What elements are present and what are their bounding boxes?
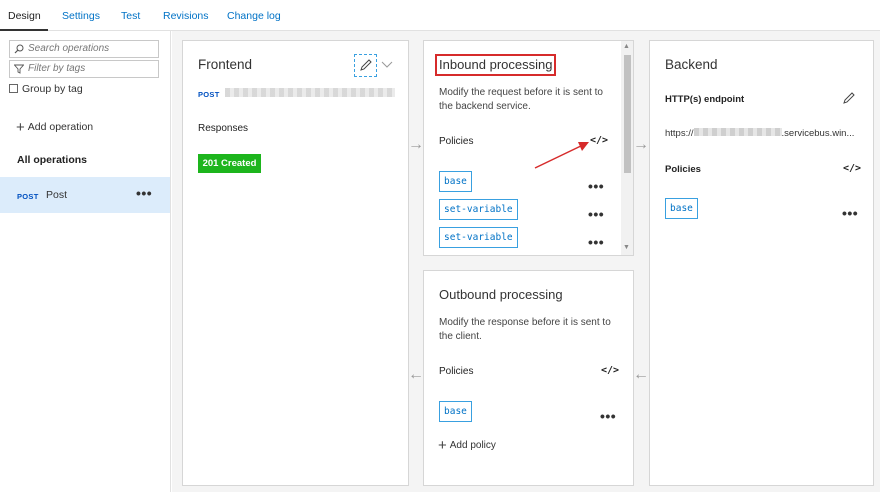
backend-policies-label: Policies xyxy=(665,164,701,175)
tab-settings[interactable]: Settings xyxy=(62,10,100,22)
plus-icon: + xyxy=(16,119,25,136)
tab-test[interactable]: Test xyxy=(121,10,140,22)
code-icon[interactable]: </> xyxy=(590,135,608,146)
outbound-description-2: the client. xyxy=(439,331,482,342)
endpoint-prefix: https:// xyxy=(665,128,694,139)
plus-icon: + xyxy=(438,437,447,454)
search-icon xyxy=(14,44,24,54)
scroll-down-icon[interactable]: ▼ xyxy=(623,244,630,251)
operation-name: Post xyxy=(46,189,68,201)
operation-row-post[interactable]: POST Post ••• xyxy=(0,177,170,213)
responses-label: Responses xyxy=(198,123,249,134)
add-policy-label: Add policy xyxy=(449,440,496,451)
arrow-right-icon: → xyxy=(408,136,424,153)
arrow-left-icon: ← xyxy=(408,366,424,383)
tab-revisions[interactable]: Revisions xyxy=(163,10,209,22)
search-operations-input[interactable]: Search operations xyxy=(9,40,159,58)
group-by-tag-label: Group by tag xyxy=(22,83,83,95)
arrow-left-icon-2: ← xyxy=(633,366,649,383)
tab-bar: Design Settings Test Revisions Change lo… xyxy=(0,0,880,31)
design-canvas: Frontend POST Responses 201 Created → → … xyxy=(172,31,880,492)
inbound-scroll-thumb[interactable] xyxy=(624,55,631,173)
operation-method-badge: POST xyxy=(17,192,39,201)
pencil-icon[interactable] xyxy=(842,91,856,105)
response-status-badge[interactable]: 201 Created xyxy=(198,154,261,173)
inbound-policy-base[interactable]: base xyxy=(439,171,472,192)
inbound-description-1: Modify the request before it is sent to xyxy=(439,87,603,98)
frontend-method-badge: POST xyxy=(198,90,220,99)
group-by-tag-checkbox[interactable] xyxy=(9,84,18,93)
backend-panel: Backend HTTP(s) endpoint https:// .servic… xyxy=(649,40,874,486)
code-icon[interactable]: </> xyxy=(601,365,619,376)
backend-title: Backend xyxy=(665,57,718,72)
operation-more-icon[interactable]: ••• xyxy=(136,185,152,201)
code-icon[interactable]: </> xyxy=(843,163,861,174)
filter-placeholder: Filter by tags xyxy=(28,63,86,74)
outbound-panel: Outbound processing Modify the response … xyxy=(423,270,634,486)
inbound-description-2: the backend service. xyxy=(439,101,531,112)
filter-icon xyxy=(14,64,24,74)
outbound-policy-base[interactable]: base xyxy=(439,401,472,422)
frontend-url-redacted xyxy=(225,88,395,97)
outbound-title: Outbound processing xyxy=(439,287,563,302)
outbound-description-1: Modify the response before it is sent to xyxy=(439,317,611,328)
add-operation-button[interactable]: + Add operation xyxy=(16,119,93,136)
tab-design[interactable]: Design xyxy=(8,10,41,22)
backend-policy-more-icon[interactable]: ••• xyxy=(842,205,858,221)
arrow-right-icon-2: → xyxy=(633,136,649,153)
inbound-policy-set-variable-1[interactable]: set-variable xyxy=(439,199,518,220)
frontend-panel: Frontend POST Responses 201 Created xyxy=(182,40,409,486)
inbound-title: Inbound processing xyxy=(439,57,553,72)
backend-endpoint-url[interactable]: https:// .servicebus.win... xyxy=(665,128,854,139)
inbound-policy-set-variable-2[interactable]: set-variable xyxy=(439,227,518,248)
endpoint-label: HTTP(s) endpoint xyxy=(665,94,745,105)
inbound-policies-label: Policies xyxy=(439,136,474,147)
endpoint-redacted xyxy=(693,128,782,136)
inbound-policy-more-icon-3[interactable]: ••• xyxy=(588,234,604,250)
edit-frontend-button[interactable] xyxy=(354,54,377,77)
operations-sidebar: Search operations Filter by tags Group b… xyxy=(0,31,171,492)
outbound-policy-more-icon[interactable]: ••• xyxy=(600,408,616,424)
add-policy-button[interactable]: + Add policy xyxy=(438,437,496,454)
outbound-policies-label: Policies xyxy=(439,366,474,377)
backend-policy-base[interactable]: base xyxy=(665,198,698,219)
add-operation-label: Add operation xyxy=(27,121,94,133)
inbound-policy-more-icon[interactable]: ••• xyxy=(588,178,604,194)
endpoint-suffix: .servicebus.win... xyxy=(781,128,855,139)
pencil-icon xyxy=(360,59,372,71)
search-placeholder: Search operations xyxy=(28,43,110,54)
tab-change-log[interactable]: Change log xyxy=(227,10,281,22)
red-arrow-annotation xyxy=(534,142,589,169)
inbound-panel: Inbound processing Modify the request be… xyxy=(423,40,634,256)
frontend-title: Frontend xyxy=(198,57,253,72)
scroll-up-icon[interactable]: ▲ xyxy=(623,43,630,50)
inbound-policy-more-icon-2[interactable]: ••• xyxy=(588,206,604,222)
filter-tags-input[interactable]: Filter by tags xyxy=(9,60,159,78)
group-by-tag-toggle[interactable]: Group by tag xyxy=(9,83,83,95)
inbound-scrollbar[interactable]: ▲ ▼ xyxy=(621,41,633,255)
chevron-down-icon[interactable] xyxy=(381,61,393,69)
all-operations-item[interactable]: All operations xyxy=(17,154,87,166)
